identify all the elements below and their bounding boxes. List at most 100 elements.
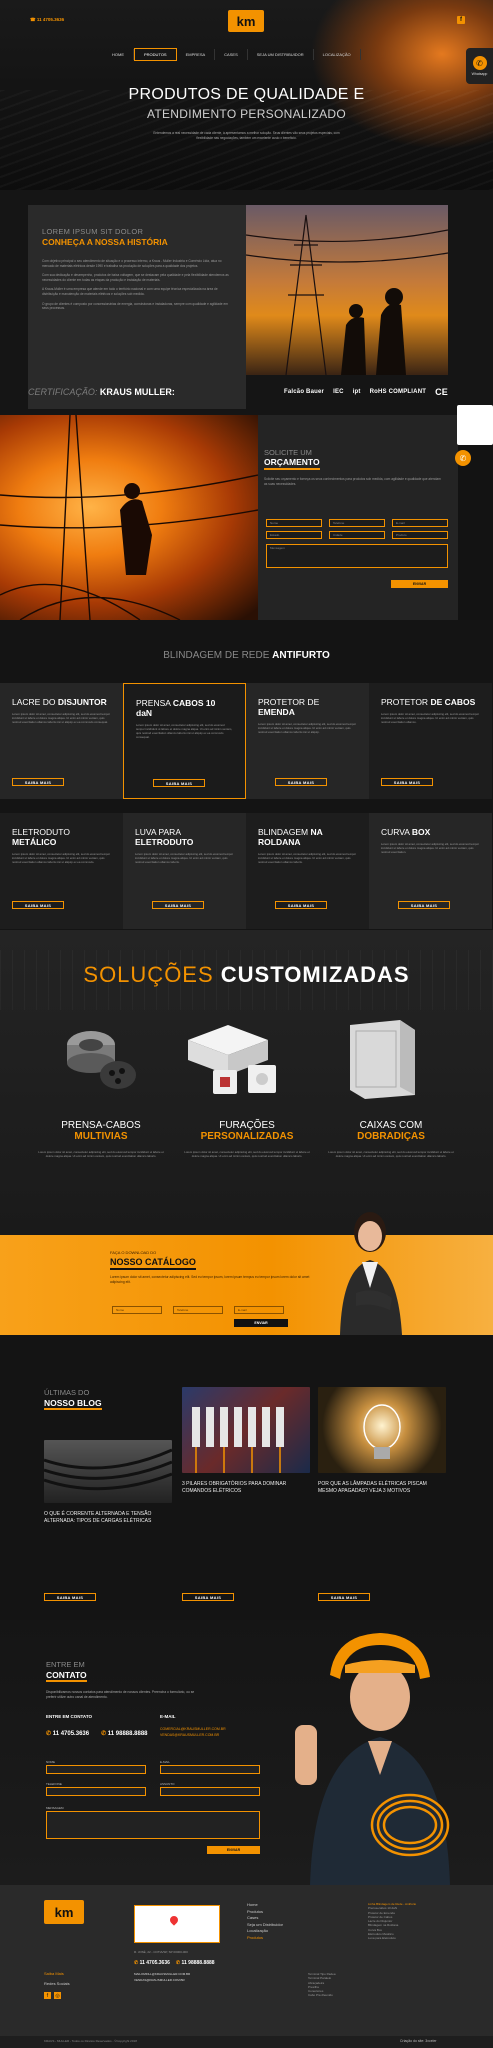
product-furacoes: FURAÇÕES PERSONALIZADAS Lorem ipsum dolor…	[182, 1120, 312, 1158]
footer-links: Home Produtos Cases Seja um Distribuidor…	[247, 1902, 283, 1941]
footer-phone-2[interactable]: ✆ 11 98888.8888	[176, 1960, 215, 1966]
nav-localizacao[interactable]: LOCALIZAÇÃO	[314, 49, 361, 60]
cert-label: CERTIFICAÇÃO: KRAUS MULLER:	[28, 387, 175, 397]
history-p2: Com sua dedicação e desempenho, produtos…	[42, 273, 229, 282]
footer-credit[interactable]: Criação do site: 3xceler	[400, 2039, 437, 2043]
contact-phone-2[interactable]: ✆ 11 98888.8888	[101, 1730, 147, 1737]
label-mensagem: MENSAGEM	[46, 1806, 64, 1810]
whatsapp-label: Whatsapp	[471, 72, 488, 76]
hero-section: ☎ 11 4705.3636 km f HOME PRODUTOS EMPRES…	[0, 0, 493, 190]
contact-phone-1[interactable]: ✆ 11 4705.3636	[46, 1730, 89, 1737]
footer-subscribe[interactable]: Saiba Mais	[44, 1971, 64, 1978]
post-2-button[interactable]: SAIBA MAIS	[182, 1593, 234, 1601]
post-image[interactable]	[44, 1440, 172, 1503]
catalog-email-field[interactable]: E-mail	[234, 1306, 284, 1314]
post-title[interactable]: POR QUE AS LÂMPADAS ELÉTRICAS PISCAM MES…	[318, 1481, 446, 1494]
footer-social-label: Redes Sociais	[44, 1981, 70, 1986]
footer-logo[interactable]: km	[44, 1900, 84, 1924]
post-title[interactable]: 3 PILARES OBRIGATÓRIOS PARA DOMINAR COMA…	[182, 1481, 310, 1494]
facebook-icon[interactable]: f	[457, 16, 465, 24]
contact-subject-select[interactable]	[160, 1787, 260, 1796]
footer-email-2[interactable]: VENDAS@KRAUSMULLER.COM.BR	[134, 1978, 185, 1982]
logo-ipt: ipt	[352, 389, 361, 395]
footer-social-icons: f ◎	[44, 1992, 61, 1999]
nav-cases[interactable]: CASES	[215, 49, 248, 60]
footer-link-produtos-head[interactable]: Produtos	[247, 1935, 283, 1942]
contact-submit-button[interactable]: ENVIAR	[207, 1846, 260, 1854]
header-phone[interactable]: ☎ 11 4705.3636	[30, 17, 64, 23]
contact-email-2[interactable]: VENDAS@KRAUSMULLER.COM.BR	[160, 1732, 226, 1738]
product-title: FURAÇÕES PERSONALIZADAS	[200, 1120, 294, 1142]
tile-emenda-button[interactable]: SAIBA MAIS	[275, 778, 327, 786]
quote-name-field[interactable]: Nome	[266, 519, 322, 527]
facebook-icon[interactable]: f	[44, 1992, 51, 1999]
quote-submit-button[interactable]: ENVIAR	[391, 580, 448, 588]
quote-title: ORÇAMENTO	[264, 457, 320, 470]
contact-phone-field[interactable]	[46, 1787, 146, 1796]
nav-produtos[interactable]: PRODUTOS	[134, 48, 177, 61]
nav-empresa[interactable]: EMPRESA	[177, 49, 216, 60]
tile-text: Lorem ipsum dolor sit amet, consectetur …	[136, 723, 233, 739]
quote-city-select[interactable]: Cidade	[329, 531, 385, 539]
blog-post-1[interactable]: O QUE É CORRENTE ALTERNADA E TENSÃO ALTE…	[44, 1387, 172, 1601]
post-title[interactable]: O QUE É CORRENTE ALTERNADA E TENSÃO ALTE…	[44, 1511, 172, 1524]
product-title: CAIXAS COM DOBRADIÇAS	[357, 1120, 425, 1142]
tile-text: Lorem ipsum dolor sit amet, consectetur …	[381, 842, 480, 854]
blog-post-2[interactable]: 3 PILARES OBRIGATÓRIOS PARA DOMINAR COMA…	[182, 1387, 310, 1601]
contact-message-field[interactable]	[46, 1811, 260, 1839]
footer-email-1[interactable]: MAILOMFILL@KRAUSMULLER.COM.BR	[134, 1972, 190, 1976]
post-image[interactable]	[182, 1387, 310, 1473]
catalog-submit-button[interactable]: ENVIAR	[234, 1319, 288, 1327]
quote-photo	[0, 415, 258, 620]
nav-home[interactable]: HOME	[103, 49, 134, 60]
history-title: CONHEÇA A NOSSA HISTÓRIA	[42, 237, 168, 247]
instagram-icon[interactable]: ◎	[54, 1992, 61, 1999]
hero-intro: Entendemos a real necessidade de cada cl…	[153, 131, 340, 140]
blog-post-3[interactable]: POR QUE AS LÂMPADAS ELÉTRICAS PISCAM MES…	[318, 1387, 446, 1601]
tile-prensa-button[interactable]: SAIBA MAIS	[153, 779, 205, 787]
footer-address: R. JOSÉ, 22 - COTIA/SP, SP 00000-000	[134, 1950, 188, 1954]
nav-distribuidor[interactable]: SEJA UM DISTRIBUIDOR	[248, 49, 314, 60]
quote-email-field[interactable]: E-mail	[392, 519, 448, 527]
product-image-caixas	[340, 1015, 430, 1100]
product-text: Lorem ipsum dolor sit amet, consectetur …	[38, 1150, 164, 1158]
post-3-button[interactable]: SAIBA MAIS	[318, 1593, 370, 1601]
contact-phones: ✆ 11 4705.3636 ✆ 11 98888.8888	[46, 1730, 148, 1737]
contact-email-field[interactable]	[160, 1765, 260, 1774]
quote-message-field[interactable]: Mensagem	[266, 544, 448, 568]
side-badge[interactable]	[457, 405, 493, 445]
quote-state-select[interactable]: Estado	[266, 531, 322, 539]
footer-phone-1[interactable]: ✆ 11 4705.3636	[134, 1960, 170, 1966]
history-p3: A Kraus-Muller é uma empresa que atende …	[42, 287, 218, 296]
tile-luva-button[interactable]: SAIBA MAIS	[152, 901, 204, 909]
contact-name-field[interactable]	[46, 1765, 146, 1774]
catalog-phone-field[interactable]: Telefone	[173, 1306, 223, 1314]
page-title: PRODUTOS DE QUALIDADE E	[128, 86, 365, 103]
footer-col3-item[interactable]: Cabo Pré-Reunido	[308, 1993, 336, 1997]
footer-col4-item[interactable]: Luva para Eletroduto	[368, 1936, 478, 1940]
quote-kicker: SOLICITE UM	[264, 448, 312, 457]
tile-protetor-cabos-button[interactable]: SAIBA MAIS	[381, 778, 433, 786]
footer-phones: ✆ 11 4705.3636 ✆ 11 98888.8888	[134, 1960, 215, 1966]
tile-title: BLINDAGEM NA ROLDANA	[258, 827, 323, 847]
catalog-name-field[interactable]: Nome	[112, 1306, 162, 1314]
tile-lacre-button[interactable]: SAIBA MAIS	[12, 778, 64, 786]
tile-title: ELETRODUTO METÁLICO	[12, 827, 70, 847]
post-image[interactable]	[318, 1387, 446, 1473]
quote-product-select[interactable]: Produto	[392, 531, 448, 539]
tile-text: Lorem ipsum dolor sit amet, consectetur …	[135, 852, 234, 864]
logo-rohs: RoHS COMPLIANT	[369, 389, 427, 395]
tile-curva-button[interactable]: SAIBA MAIS	[398, 901, 450, 909]
tile-luva: LUVA PARA ELETRODUTO Lorem ipsum dolor s…	[123, 813, 246, 929]
phone-float-icon[interactable]: ✆	[455, 450, 471, 466]
whatsapp-widget[interactable]: ✆ Whatsapp	[466, 48, 493, 84]
footer-map[interactable]	[134, 1905, 220, 1943]
brand-logo[interactable]: km	[228, 10, 264, 32]
quote-phone-field[interactable]: Telefone	[329, 519, 385, 527]
product-prensa: PRENSA-CABOS MULTIVIAS Lorem ipsum dolor …	[36, 1120, 166, 1158]
post-1-button[interactable]: SAIBA MAIS	[44, 1593, 96, 1601]
tile-eletroduto-button[interactable]: SAIBA MAIS	[12, 901, 64, 909]
product-text: Lorem ipsum dolor sit amet, consectetur …	[184, 1150, 310, 1158]
footer-copyright: KRAUS - MULLER - Todos os Direitos Reser…	[44, 2039, 137, 2043]
tile-roldana-button[interactable]: SAIBA MAIS	[275, 901, 327, 909]
